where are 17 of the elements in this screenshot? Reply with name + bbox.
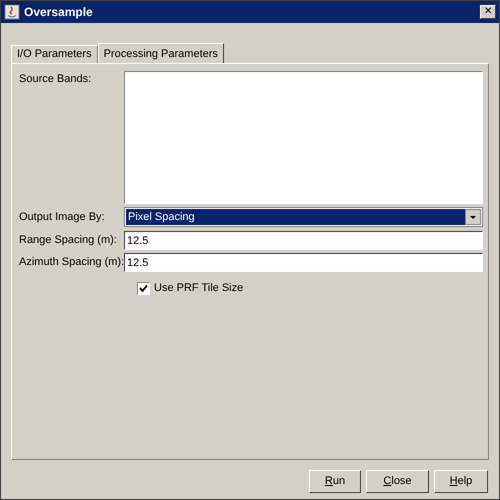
- dialog-button[interactable]: Run: [309, 470, 361, 493]
- tab[interactable]: Processing Parameters: [98, 43, 224, 64]
- dialog-button[interactable]: Close: [366, 470, 429, 493]
- app-icon: [4, 4, 20, 20]
- checkbox-label[interactable]: Use PRF Tile Size: [154, 280, 244, 296]
- close-button[interactable]: ✕: [480, 5, 496, 19]
- tab[interactable]: I/O Parameters: [11, 45, 98, 63]
- field-label: Output Image By:: [19, 210, 106, 225]
- range-spacing-field[interactable]: 12.5: [124, 231, 483, 250]
- field-label: Source Bands:: [19, 72, 92, 87]
- checkbox[interactable]: [137, 282, 150, 295]
- field-label: Azimuth Spacing (m):: [19, 255, 124, 270]
- azimuth-spacing-field[interactable]: 12.5: [124, 253, 483, 272]
- dialog-button[interactable]: Help: [434, 470, 488, 493]
- output-image-dropdown[interactable]: Pixel Spacing: [124, 207, 483, 227]
- field-label: Range Spacing (m):: [19, 233, 118, 248]
- window-title: Oversample: [24, 4, 94, 21]
